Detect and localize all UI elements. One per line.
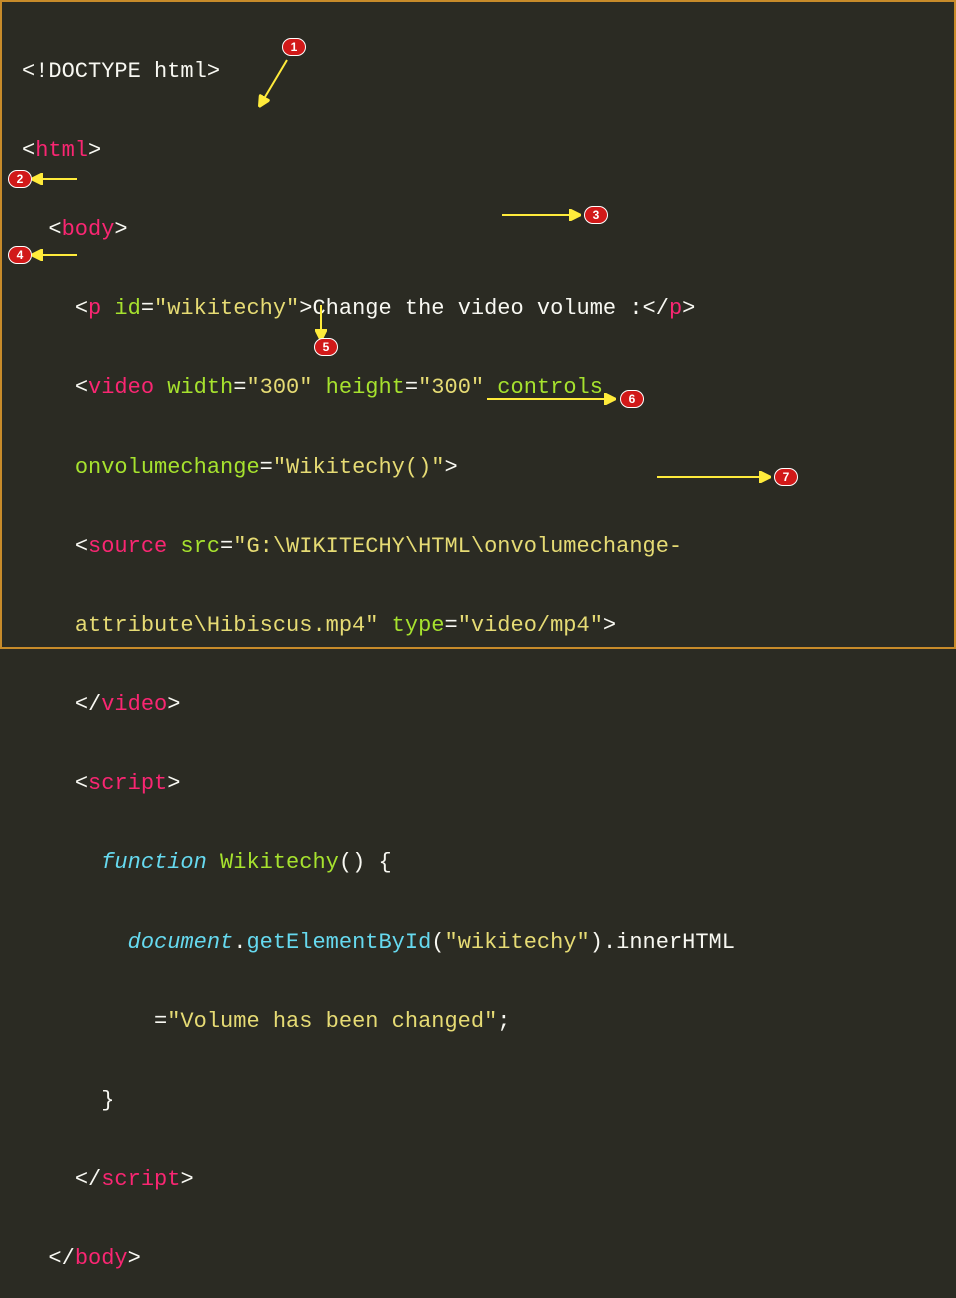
script-open-lt: <	[75, 771, 88, 796]
badge-5: 5	[314, 338, 338, 356]
getelementbyid: getElementById	[246, 930, 431, 955]
video-lt: <	[75, 375, 88, 400]
body-open-lt: <	[48, 217, 61, 242]
innerhtml: innerHTML	[616, 930, 735, 955]
source-gt: >	[603, 613, 616, 638]
p-text: Change the video volume :	[312, 296, 642, 321]
video-close-lt: </	[75, 692, 101, 717]
height-attr: height	[312, 375, 404, 400]
brace-close: }	[101, 1088, 114, 1113]
script-tag: script	[88, 771, 167, 796]
script-close-gt: >	[180, 1167, 193, 1192]
body-open-gt: >	[114, 217, 127, 242]
arrow-6	[482, 392, 617, 406]
p-close-lt: </	[643, 296, 669, 321]
body-close-gt: >	[128, 1246, 141, 1271]
body-close-lt: </	[48, 1246, 74, 1271]
onvolumechange-attr: onvolumechange	[75, 455, 260, 480]
eq-ov: =	[260, 455, 273, 480]
src-val: "G:\WIKITECHY\HTML\onvolumechange-	[233, 534, 682, 559]
width-val: "300"	[246, 375, 312, 400]
paren: ()	[339, 850, 365, 875]
height-val: "300"	[418, 375, 484, 400]
assign-str: "Volume has been changed"	[167, 1009, 497, 1034]
arrow-3	[497, 208, 582, 222]
p-close-tag: p	[669, 296, 682, 321]
video-close-tag: video	[101, 692, 167, 717]
type-attr: type	[378, 613, 444, 638]
p-tag: p	[88, 296, 101, 321]
html-tag: html	[35, 138, 88, 163]
script-close-lt: </	[75, 1167, 101, 1192]
p-open-lt: <	[75, 296, 88, 321]
eq-w: =	[233, 375, 246, 400]
arg-str: "wikitechy"	[445, 930, 590, 955]
eq-src: =	[220, 534, 233, 559]
semi: ;	[497, 1009, 510, 1034]
body-tag: body	[62, 217, 115, 242]
document-obj: document	[128, 930, 234, 955]
badge-7: 7	[774, 468, 798, 486]
brace-open: {	[365, 850, 391, 875]
eq-h: =	[405, 375, 418, 400]
function-name: Wikitechy	[207, 850, 339, 875]
width-attr: width	[154, 375, 233, 400]
type-val: "video/mp4"	[458, 613, 603, 638]
paren-close: )	[590, 930, 603, 955]
html-open-lt: <	[22, 138, 35, 163]
id-val: "wikitechy"	[154, 296, 299, 321]
dot1: .	[233, 930, 246, 955]
id-attr: id	[101, 296, 141, 321]
assign-eq: =	[154, 1009, 167, 1034]
badge-3: 3	[584, 206, 608, 224]
html-open-gt: >	[88, 138, 101, 163]
code-block: <!DOCTYPE html> <html> <body> <p id="wik…	[22, 12, 934, 1298]
badge-6: 6	[620, 390, 644, 408]
badge-1: 1	[282, 38, 306, 56]
paren-open: (	[431, 930, 444, 955]
dot2: .	[603, 930, 616, 955]
src-attr: src	[167, 534, 220, 559]
source-lt: <	[75, 534, 88, 559]
arrow-2	[32, 172, 82, 186]
badge-2: 2	[8, 170, 32, 188]
eq: =	[141, 296, 154, 321]
p-close-gt: >	[682, 296, 695, 321]
source-tag: source	[88, 534, 167, 559]
arrow-4	[32, 248, 82, 262]
video-gt: >	[445, 455, 458, 480]
src-val-2: attribute\Hibiscus.mp4"	[75, 613, 379, 638]
badge-4: 4	[8, 246, 32, 264]
doctype: <!DOCTYPE html>	[22, 59, 220, 84]
video-close-gt: >	[167, 692, 180, 717]
onvolumechange-val: "Wikitechy()"	[273, 455, 445, 480]
arrow-5	[314, 302, 328, 342]
script-close-tag: script	[101, 1167, 180, 1192]
arrow-7	[652, 470, 772, 484]
script-open-gt: >	[167, 771, 180, 796]
body-close-tag: body	[75, 1246, 128, 1271]
arrow-1	[257, 52, 297, 112]
function-kw: function	[101, 850, 207, 875]
eq-type: =	[444, 613, 457, 638]
p-gt: >	[299, 296, 312, 321]
video-tag: video	[88, 375, 154, 400]
